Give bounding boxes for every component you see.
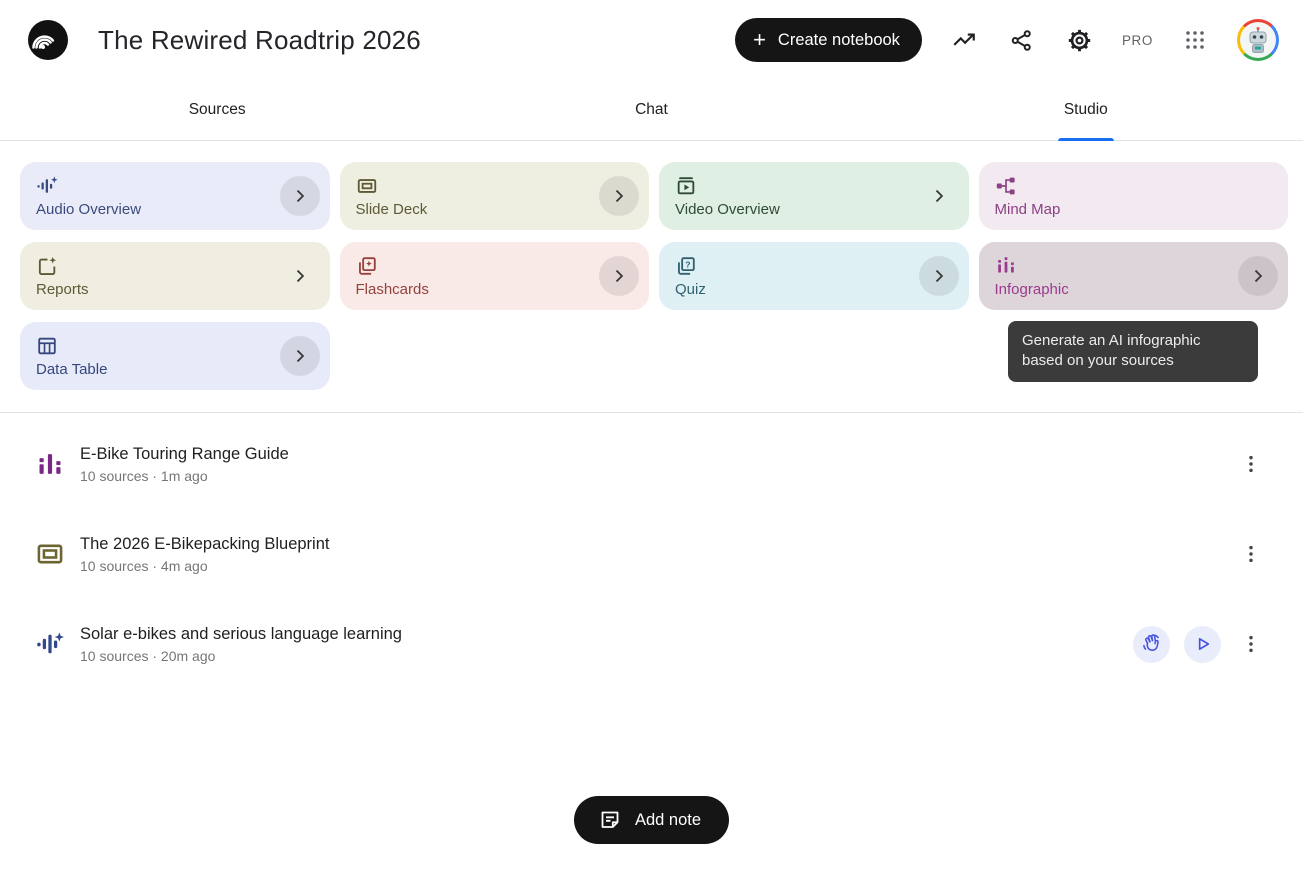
create-notebook-button[interactable]: + Create notebook — [735, 18, 922, 62]
tab-chat[interactable]: Chat — [434, 80, 868, 140]
artifact-meta: 10 sources · 4m ago — [80, 558, 329, 574]
studio-card-data-table[interactable]: Data Table — [20, 322, 330, 390]
data-table-icon — [36, 335, 58, 357]
chevron-right-icon[interactable] — [280, 336, 320, 376]
artifact-title[interactable]: The 2026 E-Bikepacking Blueprint — [80, 535, 329, 554]
active-tab-underline — [1058, 138, 1114, 141]
play-icon — [1193, 634, 1213, 654]
card-label: Audio Overview — [36, 201, 141, 218]
studio-card-flashcards[interactable]: Flashcards — [340, 242, 650, 310]
notebook-title[interactable]: The Rewired Roadtrip 2026 — [98, 25, 421, 56]
card-label: Video Overview — [675, 201, 780, 218]
header-actions: + Create notebook — [735, 18, 1279, 62]
flashcards-star-icon — [356, 255, 378, 277]
report-sparkle-icon — [36, 255, 58, 277]
svg-text:?: ? — [685, 259, 690, 269]
chevron-right-icon[interactable] — [1238, 256, 1278, 296]
infographic-bars-icon — [36, 450, 64, 478]
studio-card-slide-deck[interactable]: Slide Deck — [340, 162, 650, 230]
card-label: Quiz — [675, 281, 706, 298]
infographic-bars-icon — [995, 255, 1017, 277]
card-label: Infographic — [995, 281, 1069, 298]
tab-sources-label: Sources — [189, 101, 246, 119]
pro-badge: PRO — [1122, 33, 1153, 48]
more-menu-button[interactable] — [1235, 628, 1267, 660]
card-label: Slide Deck — [356, 201, 428, 218]
tab-studio[interactable]: Studio — [869, 80, 1303, 140]
audio-waveform-sparkle-icon — [36, 175, 58, 197]
artifact-title[interactable]: E-Bike Touring Range Guide — [80, 445, 289, 464]
plus-icon: + — [753, 29, 766, 51]
account-avatar[interactable] — [1237, 19, 1279, 61]
notebooklm-logo-icon[interactable] — [28, 20, 68, 60]
mind-map-icon — [995, 175, 1017, 197]
apps-grid-icon — [1183, 28, 1207, 52]
artifact-row-slide-deck[interactable]: The 2026 E-Bikepacking Blueprint 10 sour… — [0, 509, 1303, 599]
note-footer: Add note — [0, 796, 1303, 844]
studio-card-quiz[interactable]: ? Quiz — [659, 242, 969, 310]
video-overview-icon — [675, 175, 697, 197]
artifact-meta: 10 sources · 20m ago — [80, 648, 402, 664]
studio-card-video-overview[interactable]: Video Overview — [659, 162, 969, 230]
audio-waveform-sparkle-icon — [36, 630, 64, 658]
add-note-label: Add note — [635, 811, 701, 830]
card-label: Flashcards — [356, 281, 429, 298]
studio-card-audio-overview[interactable]: Audio Overview — [20, 162, 330, 230]
quiz-cards-icon: ? — [675, 255, 697, 277]
tab-sources[interactable]: Sources — [0, 80, 434, 140]
settings-button[interactable] — [1064, 24, 1096, 56]
studio-card-infographic[interactable]: Infographic — [979, 242, 1289, 310]
logo-glyph — [32, 24, 64, 56]
interactive-mode-button[interactable] — [1133, 626, 1170, 663]
chevron-right-icon[interactable] — [280, 256, 320, 296]
chevron-right-icon[interactable] — [280, 176, 320, 216]
gear-icon — [1066, 27, 1093, 54]
share-icon — [1009, 28, 1034, 53]
google-apps-button[interactable] — [1179, 24, 1211, 56]
studio-card-reports[interactable]: Reports — [20, 242, 330, 310]
note-icon — [598, 808, 622, 832]
infographic-tooltip: Generate an AI infographic based on your… — [1008, 321, 1258, 382]
analytics-button[interactable] — [948, 24, 980, 56]
artifact-title[interactable]: Solar e-bikes and serious language learn… — [80, 625, 402, 644]
tab-chat-label: Chat — [635, 101, 668, 119]
card-label: Mind Map — [995, 201, 1061, 218]
app-header: The Rewired Roadtrip 2026 + Create noteb… — [0, 0, 1303, 80]
chevron-right-icon[interactable] — [599, 256, 639, 296]
play-button[interactable] — [1184, 626, 1221, 663]
artifact-row-audio-overview[interactable]: Solar e-bikes and serious language learn… — [0, 599, 1303, 689]
trending-up-icon — [951, 27, 977, 53]
create-notebook-label: Create notebook — [778, 31, 900, 50]
studio-card-mind-map[interactable]: Mind Map — [979, 162, 1289, 230]
chevron-right-icon[interactable] — [599, 176, 639, 216]
artifact-list: E-Bike Touring Range Guide 10 sources · … — [0, 413, 1303, 689]
add-note-button[interactable]: Add note — [574, 796, 729, 844]
more-menu-button[interactable] — [1235, 538, 1267, 570]
share-button[interactable] — [1006, 24, 1038, 56]
slide-deck-icon — [356, 175, 378, 197]
artifact-meta: 10 sources · 1m ago — [80, 468, 289, 484]
waving-hand-icon — [1141, 633, 1163, 655]
avatar-robot-image — [1240, 22, 1276, 58]
card-label: Reports — [36, 281, 89, 298]
chevron-right-icon[interactable] — [919, 256, 959, 296]
more-menu-button[interactable] — [1235, 448, 1267, 480]
chevron-right-icon[interactable] — [919, 176, 959, 216]
artifact-row-infographic[interactable]: E-Bike Touring Range Guide 10 sources · … — [0, 419, 1303, 509]
card-label: Data Table — [36, 361, 107, 378]
tab-studio-label: Studio — [1064, 101, 1108, 119]
main-tab-bar: Sources Chat Studio — [0, 80, 1303, 141]
slide-deck-icon — [36, 540, 64, 568]
